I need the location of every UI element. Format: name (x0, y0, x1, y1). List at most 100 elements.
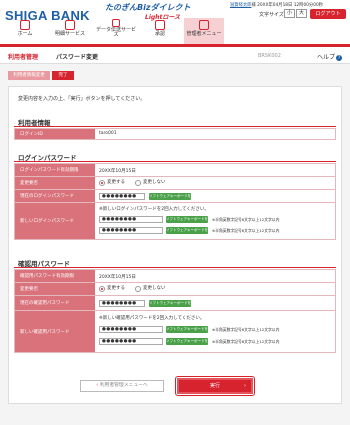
question-icon: ? (336, 55, 343, 61)
intro-text: 変更内容を入力の上、「実行」ボタンを押してください。 (18, 96, 146, 102)
nav-approval[interactable]: 承認 (143, 18, 177, 44)
confirm-change-no-label[interactable]: 変更しない (143, 286, 166, 292)
nav-admin-label: 管理者メニュー (186, 31, 222, 37)
table-row: 新しい確認用パスワード ※新しい確認用パスワードを2回入力してください。 ●●●… (15, 311, 335, 352)
nav-home-label: ホーム (17, 31, 33, 37)
confirm-expiry-label: 確認用パスワード有効期限 (15, 270, 95, 282)
confirm-new-password-input[interactable]: ●●●●●●●● (99, 326, 163, 333)
table-row: ログインID taro001 (15, 129, 335, 139)
login-change-no-label[interactable]: 変更しない (143, 180, 166, 186)
confirm-change-yes-label[interactable]: 変更する (107, 286, 125, 292)
login-change-yes-radio[interactable] (99, 180, 105, 186)
table-row: 現在のログインパスワード ●●●●●●●● ソフトウェアキーボードを開く (15, 190, 335, 205)
login-change-no-radio[interactable] (135, 180, 141, 186)
chevron-right-icon: › (244, 383, 246, 389)
table-row: 現在の確認用パスワード ●●●●●●●● ソフトウェアキーボードを開く (15, 296, 335, 312)
confirm-change-no-radio[interactable] (135, 286, 141, 292)
main-nav: ホーム 明細サービス データ伝送サービス 承認 管理者メニュー (0, 18, 350, 44)
nav-home[interactable]: ホーム (10, 18, 40, 44)
table-row: 変更要否 変更する 変更しない (15, 177, 335, 190)
confirm-current-label: 現在の確認用パスワード (15, 296, 95, 310)
nav-statement-label: 明細サービス (54, 31, 85, 37)
step-input: 利用者情報変更 (8, 71, 50, 80)
login-current-keyboard-button[interactable]: ソフトウェアキーボードを開く (149, 193, 191, 205)
section-divider (14, 267, 336, 268)
brand-main: たのぎんBizダイレクト (105, 3, 191, 12)
confirm-new-rule-note: ※半角英数字記号6文字以上12文字以内 (212, 327, 280, 332)
help-link[interactable]: ヘルプ? (317, 52, 343, 61)
login-password-table: ログインパスワード有効期限 20XX年10月15日 変更要否 変更する 変更しな… (14, 163, 336, 240)
section-divider (14, 126, 336, 127)
data-transfer-icon (112, 19, 120, 27)
table-row: 新しいログインパスワード ※新しいログインパスワードを2回入力してください。 ●… (15, 203, 335, 239)
confirm-expiry-cell: 20XX年10月15日 (95, 270, 335, 282)
login-expiry-value: 20XX年10月15日 (99, 169, 136, 174)
font-size-label: 文字サイズ (259, 12, 284, 18)
confirm-new-password-confirm-input[interactable]: ●●●●●●●● (99, 338, 163, 345)
table-row: 変更要否 変更する 変更しない (15, 283, 335, 296)
page-title: パスワード変更 (56, 54, 99, 61)
login-new-rule-note: ※半角英数字記号6文字以上12文字以内 (212, 217, 280, 222)
user-info-line: 滋賀経太郎様 20XX年04月18日 12時00分00秒 (230, 2, 323, 8)
nav-admin[interactable]: 管理者メニュー (184, 18, 224, 44)
nav-approval-label: 承認 (154, 31, 165, 37)
confirm-current-keyboard-button[interactable]: ソフトウェアキーボードを開く (149, 300, 191, 312)
confirm-new-label: 新しい確認用パスワード (15, 311, 95, 352)
confirm-current-password-input[interactable]: ●●●●●●●● (99, 300, 145, 307)
login-current-label: 現在のログインパスワード (15, 190, 95, 202)
user-name[interactable]: 滋賀経太郎 (230, 3, 251, 8)
login-current-password-input[interactable]: ●●●●●●●● (99, 193, 145, 200)
header: SHIGA BANK たのぎんBizダイレクト Lightロース 滋賀経太郎様 … (0, 0, 350, 44)
confirm-expiry-value: 20XX年10月15日 (99, 275, 136, 280)
login-id-label: ログインID (15, 129, 95, 139)
nav-data-transfer-label: データ伝送サービス (96, 27, 137, 38)
font-large-button[interactable]: 大 (296, 9, 307, 18)
home-icon (20, 20, 30, 30)
confirm-new-confirm-keyboard-button[interactable]: ソフトウェアキーボードを開く (166, 338, 208, 350)
user-suffix: 様 (251, 3, 256, 8)
title-bar: 利用者管理 パスワード変更 BRSK002 ヘルプ? (0, 47, 350, 64)
section-divider (14, 161, 336, 162)
back-to-user-menu-button[interactable]: ‹ 利用者管理メニューへ (80, 380, 164, 392)
confirm-password-table: 確認用パスワード有効期限 20XX年10月15日 変更要否 変更する 変更しない… (14, 269, 336, 353)
login-new-confirm-keyboard-button[interactable]: ソフトウェアキーボードを開く (166, 227, 208, 239)
login-new-rule-note-2: ※半角英数字記号6文字以上12文字以内 (212, 228, 280, 233)
login-change-yes-label[interactable]: 変更する (107, 180, 125, 186)
login-new-cell: ※新しいログインパスワードを2回入力してください。 ●●●●●●●● ソフトウェ… (95, 203, 335, 239)
login-new-label: 新しいログインパスワード (15, 203, 95, 239)
login-change-label: 変更要否 (15, 177, 95, 189)
nav-data-transfer[interactable]: データ伝送サービス (96, 18, 136, 44)
font-small-button[interactable]: 小 (284, 9, 295, 18)
confirm-change-label: 変更要否 (15, 283, 95, 295)
execute-button[interactable]: 実行 › (177, 378, 253, 394)
last-login: 20XX年04月18日 12時00分00秒 (257, 3, 323, 8)
admin-icon (199, 20, 209, 30)
screen-id: BRSK002 (258, 53, 281, 59)
login-new-keyboard-button[interactable]: ソフトウェアキーボードを開く (166, 216, 208, 228)
step-complete: 完了 (52, 71, 74, 80)
confirm-current-cell: ●●●●●●●● ソフトウェアキーボードを開く (95, 296, 335, 312)
confirm-new-rule-note-2: ※半角英数字記号6文字以上12文字以内 (212, 339, 280, 344)
login-new-note: ※新しいログインパスワードを2回入力してください。 (99, 207, 209, 212)
back-button-label: 利用者管理メニューへ (99, 383, 148, 388)
login-expiry-cell: 20XX年10月15日 (95, 164, 335, 176)
approval-icon (155, 20, 165, 30)
confirm-new-cell: ※新しい確認用パスワードを2回入力してください。 ●●●●●●●● ソフトウェア… (95, 311, 335, 352)
login-current-cell: ●●●●●●●● ソフトウェアキーボードを開く (95, 190, 335, 205)
help-label: ヘルプ (317, 54, 336, 61)
login-change-cell: 変更する 変更しない (95, 177, 335, 189)
confirm-change-yes-radio[interactable] (99, 286, 105, 292)
statement-icon (65, 20, 75, 30)
confirm-new-note: ※新しい確認用パスワードを2回入力してください。 (99, 316, 205, 321)
login-id-value: taro001 (99, 131, 117, 136)
login-id-cell: taro001 (95, 129, 335, 139)
login-new-password-confirm-input[interactable]: ●●●●●●●● (99, 227, 163, 234)
execute-button-label: 実行 (209, 383, 220, 389)
login-new-password-input[interactable]: ●●●●●●●● (99, 216, 163, 223)
user-info-table: ログインID taro001 (14, 128, 336, 140)
breadcrumb-parent[interactable]: 利用者管理 (8, 52, 38, 61)
nav-statement[interactable]: 明細サービス (50, 18, 90, 44)
confirm-new-keyboard-button[interactable]: ソフトウェアキーボードを開く (166, 326, 208, 338)
confirm-change-cell: 変更する 変更しない (95, 283, 335, 295)
table-row: 確認用パスワード有効期限 20XX年10月15日 (15, 270, 335, 283)
